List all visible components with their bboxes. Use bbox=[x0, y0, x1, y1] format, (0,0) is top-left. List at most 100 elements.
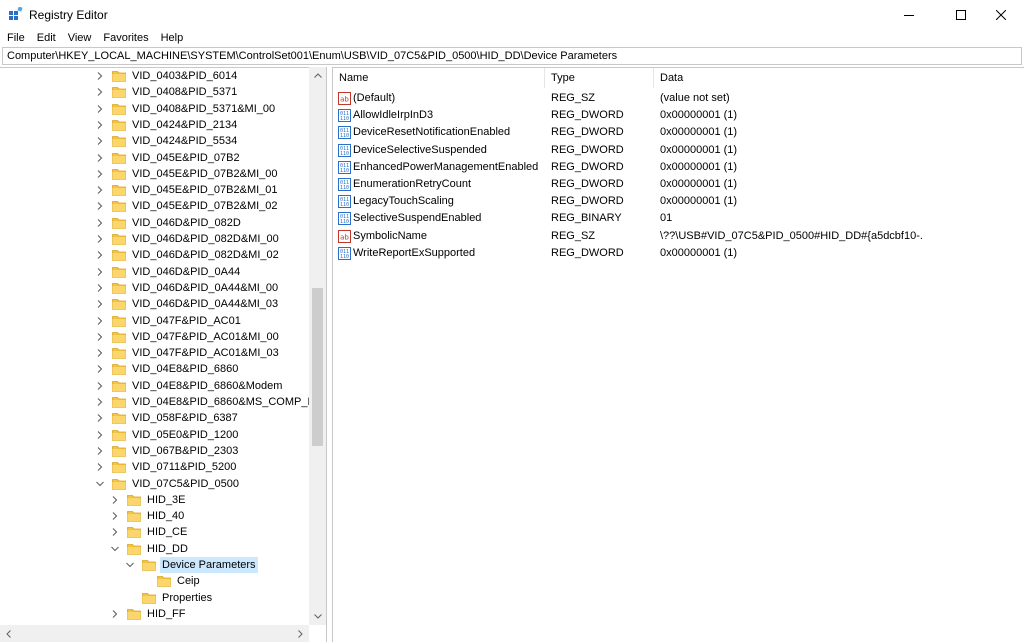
chevron-right-icon[interactable] bbox=[95, 71, 105, 81]
tree-scroll-thumb[interactable] bbox=[312, 288, 323, 446]
tree-item[interactable]: VID_04E8&PID_6860&Modem bbox=[95, 378, 284, 394]
tree-item[interactable]: VID_045E&PID_07B2&MI_00 bbox=[95, 166, 280, 182]
chevron-right-icon[interactable] bbox=[95, 348, 105, 358]
tree-item[interactable]: VID_067B&PID_2303 bbox=[95, 443, 240, 459]
chevron-right-icon[interactable] bbox=[95, 462, 105, 472]
chevron-right-icon[interactable] bbox=[95, 169, 105, 179]
tree-item[interactable]: HID_3E bbox=[110, 492, 188, 508]
key-tree[interactable]: VID_0403&PID_6014 VID_0408&PID_5371 VID_04… bbox=[0, 67, 327, 642]
tree-item[interactable]: VID_05E0&PID_1200 bbox=[95, 427, 240, 443]
tree-item[interactable]: Device Parameters bbox=[125, 557, 258, 573]
chevron-right-icon[interactable] bbox=[95, 397, 105, 407]
tree-item[interactable]: VID_0403&PID_6014 bbox=[95, 68, 239, 84]
tree-item[interactable]: VID_047F&PID_AC01 bbox=[95, 313, 243, 329]
chevron-right-icon[interactable] bbox=[95, 267, 105, 277]
menu-file[interactable]: File bbox=[2, 29, 30, 47]
tree-item[interactable]: VID_045E&PID_07B2&MI_02 bbox=[95, 198, 280, 214]
tree-item[interactable]: VID_058F&PID_6387 bbox=[95, 410, 240, 426]
tree-item[interactable]: VID_0711&PID_5200 bbox=[95, 459, 238, 475]
tree-item[interactable]: Ceip bbox=[140, 573, 202, 589]
list-item[interactable]: 011 110 LegacyTouchScaling REG_DWORD 0x00000… bbox=[333, 193, 1024, 210]
tree-item[interactable]: VID_04E8&PID_6860 bbox=[95, 361, 240, 377]
menu-edit[interactable]: Edit bbox=[32, 29, 61, 47]
tree-item[interactable]: VID_0408&PID_5371 bbox=[95, 84, 239, 100]
tree-item-label: VID_045E&PID_07B2&MI_00 bbox=[132, 167, 278, 180]
chevron-right-icon[interactable] bbox=[95, 381, 105, 391]
scroll-left-icon[interactable] bbox=[0, 625, 17, 642]
scroll-up-icon[interactable] bbox=[309, 67, 326, 84]
scroll-down-icon[interactable] bbox=[309, 608, 326, 625]
list-item[interactable]: ab SymbolicName REG_SZ \??\USB#VID_07C5&PID… bbox=[333, 228, 1024, 245]
chevron-down-icon[interactable] bbox=[110, 544, 120, 554]
tree-item[interactable]: VID_047F&PID_AC01&MI_00 bbox=[95, 329, 281, 345]
tree-item[interactable]: VID_0408&PID_5371&MI_00 bbox=[95, 101, 277, 117]
tree-item[interactable]: VID_046D&PID_0A44&MI_03 bbox=[95, 296, 280, 312]
list-item[interactable]: 011 110 SelectiveSuspendEnabled REG_BINARY 0… bbox=[333, 210, 1024, 227]
folder-icon bbox=[112, 396, 126, 408]
chevron-right-icon[interactable] bbox=[110, 527, 120, 537]
minimize-button[interactable] bbox=[886, 0, 932, 29]
chevron-right-icon[interactable] bbox=[110, 609, 120, 619]
list-item[interactable]: 011 110 EnumerationRetryCount REG_DWORD 0x00… bbox=[333, 176, 1024, 193]
menu-favorites[interactable]: Favorites bbox=[98, 29, 153, 47]
chevron-right-icon[interactable] bbox=[95, 234, 105, 244]
values-list[interactable]: Name Type Data ab (Default) REG_SZ (value n… bbox=[332, 67, 1024, 642]
tree-item[interactable]: VID_045E&PID_07B2&MI_01 bbox=[95, 182, 280, 198]
tree-item[interactable]: HID_40 bbox=[110, 508, 186, 524]
menu-help[interactable]: Help bbox=[156, 29, 189, 47]
list-item[interactable]: ab (Default) REG_SZ (value not set) bbox=[333, 90, 1024, 107]
chevron-right-icon[interactable] bbox=[95, 120, 105, 130]
address-bar[interactable]: Computer\HKEY_LOCAL_MACHINE\SYSTEM\Contr… bbox=[2, 47, 1022, 65]
tree-item[interactable]: VID_047F&PID_AC01&MI_03 bbox=[95, 345, 281, 361]
list-item[interactable]: 011 110 EnhancedPowerManagementEnabled REG_… bbox=[333, 159, 1024, 176]
chevron-right-icon[interactable] bbox=[95, 201, 105, 211]
tree-item[interactable]: VID_07C5&PID_0500 bbox=[95, 476, 241, 492]
menu-view[interactable]: View bbox=[63, 29, 97, 47]
chevron-right-icon[interactable] bbox=[110, 495, 120, 505]
scroll-right-icon[interactable] bbox=[292, 625, 309, 642]
chevron-right-icon[interactable] bbox=[95, 332, 105, 342]
tree-item[interactable]: HID_DD bbox=[110, 541, 190, 557]
tree-item[interactable]: VID_046D&PID_082D&MI_02 bbox=[95, 247, 281, 263]
list-item[interactable]: 011 110 WriteReportExSupported REG_DWORD 0x0… bbox=[333, 245, 1024, 262]
column-header-data[interactable]: Data bbox=[654, 68, 914, 88]
tree-item[interactable]: Properties bbox=[125, 590, 214, 606]
chevron-right-icon[interactable] bbox=[95, 153, 105, 163]
tree-item[interactable]: HID_FF bbox=[110, 606, 188, 622]
column-header-type[interactable]: Type bbox=[545, 68, 654, 88]
chevron-right-icon[interactable] bbox=[95, 316, 105, 326]
folder-icon bbox=[112, 119, 126, 131]
chevron-right-icon[interactable] bbox=[95, 446, 105, 456]
chevron-right-icon[interactable] bbox=[95, 430, 105, 440]
list-item[interactable]: 011 110 DeviceSelectiveSuspended REG_DWORD 0… bbox=[333, 142, 1024, 159]
chevron-right-icon[interactable] bbox=[95, 136, 105, 146]
column-header-name[interactable]: Name bbox=[333, 68, 545, 88]
tree-item[interactable]: VID_046D&PID_082D bbox=[95, 215, 243, 231]
tree-horizontal-scrollbar[interactable] bbox=[0, 625, 309, 642]
chevron-right-icon[interactable] bbox=[95, 250, 105, 260]
tree-item-label: Properties bbox=[162, 591, 213, 604]
chevron-right-icon[interactable] bbox=[95, 283, 105, 293]
tree-item[interactable]: VID_0424&PID_5534 bbox=[95, 133, 239, 149]
list-item[interactable]: 011 110 DeviceResetNotificationEnabled REG_… bbox=[333, 124, 1024, 141]
tree-item[interactable]: VID_04E8&PID_6860&MS_COMP_MTP& bbox=[95, 394, 326, 410]
close-button[interactable] bbox=[978, 0, 1024, 29]
chevron-down-icon[interactable] bbox=[95, 479, 105, 489]
tree-item[interactable]: VID_046D&PID_0A44&MI_00 bbox=[95, 280, 280, 296]
chevron-right-icon[interactable] bbox=[95, 364, 105, 374]
tree-item[interactable]: HID_CE bbox=[110, 524, 189, 540]
tree-item[interactable]: VID_046D&PID_0A44 bbox=[95, 264, 242, 280]
chevron-right-icon[interactable] bbox=[95, 413, 105, 423]
chevron-right-icon[interactable] bbox=[95, 218, 105, 228]
chevron-right-icon[interactable] bbox=[110, 511, 120, 521]
tree-item[interactable]: VID_045E&PID_07B2 bbox=[95, 150, 242, 166]
tree-item[interactable]: VID_0424&PID_2134 bbox=[95, 117, 239, 133]
tree-item[interactable]: VID_046D&PID_082D&MI_00 bbox=[95, 231, 281, 247]
chevron-right-icon[interactable] bbox=[95, 87, 105, 97]
chevron-right-icon[interactable] bbox=[95, 104, 105, 114]
chevron-down-icon[interactable] bbox=[125, 560, 135, 570]
tree-item-label: VID_046D&PID_082D&MI_00 bbox=[132, 233, 279, 245]
chevron-right-icon[interactable] bbox=[95, 185, 105, 195]
list-item[interactable]: 011 110 AllowIdleIrpInD3 REG_DWORD 0x0000000… bbox=[333, 107, 1024, 124]
chevron-right-icon[interactable] bbox=[95, 299, 105, 309]
